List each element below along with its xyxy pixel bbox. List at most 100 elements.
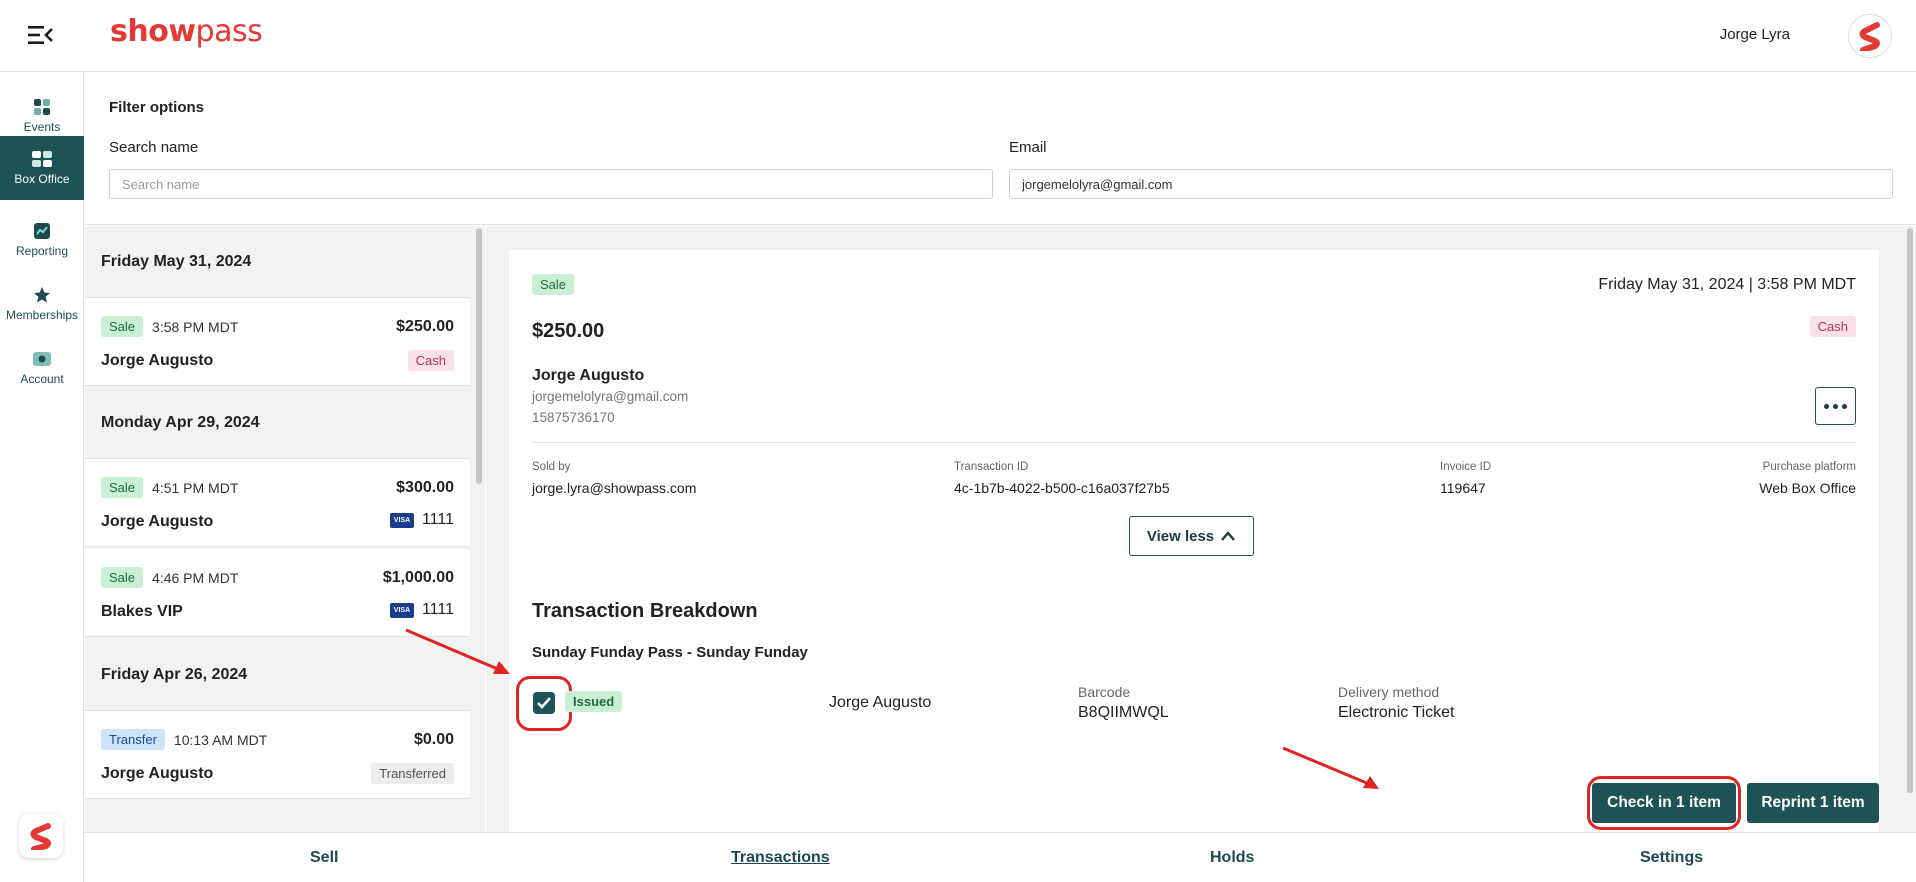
sidebar-item-label: Memberships bbox=[5, 308, 79, 322]
transaction-id-value: 4c-1b7b-4022-b500-c16a037f27b5 bbox=[954, 480, 1170, 496]
sidebar-item-label: Account bbox=[20, 372, 64, 386]
customer-phone: 15875736170 bbox=[532, 410, 615, 425]
scrollbar-thumb[interactable] bbox=[476, 228, 482, 484]
collapse-menu-icon[interactable] bbox=[28, 24, 54, 46]
email-input[interactable] bbox=[1009, 169, 1893, 199]
tab-settings[interactable]: Settings bbox=[1640, 849, 1703, 867]
more-dot bbox=[1833, 403, 1838, 409]
sidebar-item-reporting[interactable]: Reporting bbox=[0, 208, 84, 272]
avatar[interactable] bbox=[1848, 14, 1892, 58]
transaction-amount: $300.00 bbox=[396, 479, 454, 496]
showpass-app-icon[interactable] bbox=[19, 814, 63, 858]
customer-name: Jorge Augusto bbox=[532, 367, 645, 384]
logo-bold-text: show bbox=[110, 14, 196, 49]
ticket-holder-name: Jorge Augusto bbox=[829, 694, 932, 711]
star-icon bbox=[34, 287, 50, 303]
view-less-label: View less bbox=[1146, 527, 1215, 545]
payment-badge: Transferred bbox=[371, 763, 454, 784]
showpass-brand-icon bbox=[1859, 22, 1880, 51]
invoice-id-label: Invoice ID bbox=[1440, 461, 1492, 473]
transaction-datetime: Friday May 31, 2024 | 3:58 PM MDT bbox=[1598, 276, 1856, 293]
transaction-amount: $250.00 bbox=[532, 320, 605, 342]
breakdown-title: Transaction Breakdown bbox=[532, 600, 758, 622]
search-name-label: Search name bbox=[109, 139, 199, 156]
chevron-up-icon bbox=[1221, 531, 1236, 541]
logo-light-text: pass bbox=[195, 14, 263, 49]
email-label: Email bbox=[1009, 139, 1047, 156]
side-nav: Events Box Office Reporting Memberships … bbox=[0, 72, 84, 882]
sold-by-value: jorge.lyra@showpass.com bbox=[532, 480, 697, 496]
search-name-input[interactable] bbox=[109, 169, 993, 199]
annotation-arrow bbox=[405, 628, 510, 674]
card-last4: 1111 bbox=[421, 601, 454, 618]
user-name[interactable]: Jorge Lyra bbox=[1720, 26, 1790, 43]
top-bar: showpass Jorge Lyra bbox=[0, 0, 1916, 72]
transaction-amount: $0.00 bbox=[413, 731, 454, 748]
visa-card-icon: VISA bbox=[389, 602, 414, 618]
bottom-tab-bar: Sell Transactions Holds Settings bbox=[85, 832, 1916, 882]
transaction-detail-card: Sale Friday May 31, 2024 | 3:58 PM MDT $… bbox=[509, 250, 1879, 832]
transaction-time: 3:58 PM MDT bbox=[152, 318, 239, 335]
sidebar-item-box-office[interactable]: Box Office bbox=[0, 136, 84, 200]
day-header: Friday May 31, 2024 bbox=[85, 226, 470, 298]
sidebar-item-account[interactable]: Account bbox=[0, 336, 84, 400]
transaction-detail-panel: Sale Friday May 31, 2024 | 3:58 PM MDT $… bbox=[486, 226, 1916, 832]
barcode-value: B8QIIMWQL bbox=[1078, 704, 1169, 721]
sidebar-item-label: Box Office bbox=[14, 172, 70, 186]
account-icon bbox=[33, 352, 51, 366]
purchase-platform-label: Purchase platform bbox=[1762, 461, 1856, 473]
customer-name: Jorge Augusto bbox=[101, 352, 214, 369]
more-dot bbox=[1824, 403, 1829, 409]
showpass-logo[interactable]: showpass bbox=[110, 14, 263, 49]
payment-badge: Cash bbox=[1809, 316, 1856, 337]
tab-sell[interactable]: Sell bbox=[310, 849, 338, 867]
more-options-button[interactable] bbox=[1815, 387, 1856, 425]
transaction-list: Friday May 31, 2024 Sale 3:58 PM MDT $25… bbox=[85, 226, 485, 832]
check-in-button[interactable]: Check in 1 item bbox=[1592, 783, 1736, 823]
transaction-amount: $250.00 bbox=[396, 318, 454, 335]
transaction-time: 10:13 AM MDT bbox=[173, 731, 268, 748]
customer-name: Jorge Augusto bbox=[101, 513, 214, 530]
type-badge: Sale bbox=[101, 567, 144, 588]
item-checkbox[interactable] bbox=[533, 692, 555, 714]
customer-email: jorgemelolyra@gmail.com bbox=[532, 389, 689, 404]
filter-title: Filter options bbox=[109, 99, 204, 116]
ticket-icon bbox=[32, 151, 52, 167]
tab-holds[interactable]: Holds bbox=[1210, 849, 1254, 867]
sidebar-item-label: Events bbox=[23, 120, 61, 134]
transaction-list-item[interactable]: Sale 4:51 PM MDT $300.00 Jorge Augusto V… bbox=[85, 459, 470, 547]
showpass-brand-icon bbox=[30, 823, 51, 850]
breakdown-item-title: Sunday Funday Pass - Sunday Funday bbox=[532, 644, 808, 661]
type-badge: Transfer bbox=[101, 729, 165, 750]
type-badge: Sale bbox=[101, 316, 144, 337]
transaction-list-item[interactable]: Transfer 10:13 AM MDT $0.00 Jorge August… bbox=[85, 711, 470, 799]
list-scrollbar[interactable] bbox=[474, 226, 484, 832]
transaction-time: 4:46 PM MDT bbox=[152, 569, 239, 586]
view-less-button[interactable]: View less bbox=[1129, 516, 1254, 556]
purchase-platform-value: Web Box Office bbox=[1759, 480, 1856, 496]
delivery-method-label: Delivery method bbox=[1338, 684, 1440, 700]
detail-scrollbar[interactable] bbox=[1904, 226, 1916, 832]
type-badge: Sale bbox=[101, 477, 144, 498]
customer-name: Blakes VIP bbox=[101, 603, 183, 620]
customer-name: Jorge Augusto bbox=[101, 765, 214, 782]
transaction-id-label: Transaction ID bbox=[954, 461, 1029, 473]
scrollbar-thumb[interactable] bbox=[1907, 228, 1913, 793]
sold-by-label: Sold by bbox=[532, 461, 571, 473]
status-badge: Issued bbox=[565, 691, 623, 712]
tab-transactions[interactable]: Transactions bbox=[731, 849, 830, 867]
transaction-time: 4:51 PM MDT bbox=[152, 479, 239, 496]
sidebar-item-memberships[interactable]: Memberships bbox=[0, 272, 84, 336]
card-last4: 1111 bbox=[421, 511, 454, 528]
payment-badge: Cash bbox=[407, 350, 454, 371]
delivery-method-value: Electronic Ticket bbox=[1338, 704, 1455, 721]
grid-icon bbox=[34, 99, 50, 115]
day-header: Monday Apr 29, 2024 bbox=[85, 387, 470, 459]
chart-icon bbox=[34, 223, 50, 239]
more-dot bbox=[1842, 403, 1847, 409]
reprint-button[interactable]: Reprint 1 item bbox=[1747, 783, 1879, 823]
check-icon bbox=[537, 697, 551, 709]
transaction-list-item[interactable]: Sale 3:58 PM MDT $250.00 Jorge Augusto C… bbox=[85, 298, 470, 386]
annotation-arrow bbox=[1282, 746, 1379, 789]
invoice-id-value: 119647 bbox=[1440, 480, 1486, 496]
